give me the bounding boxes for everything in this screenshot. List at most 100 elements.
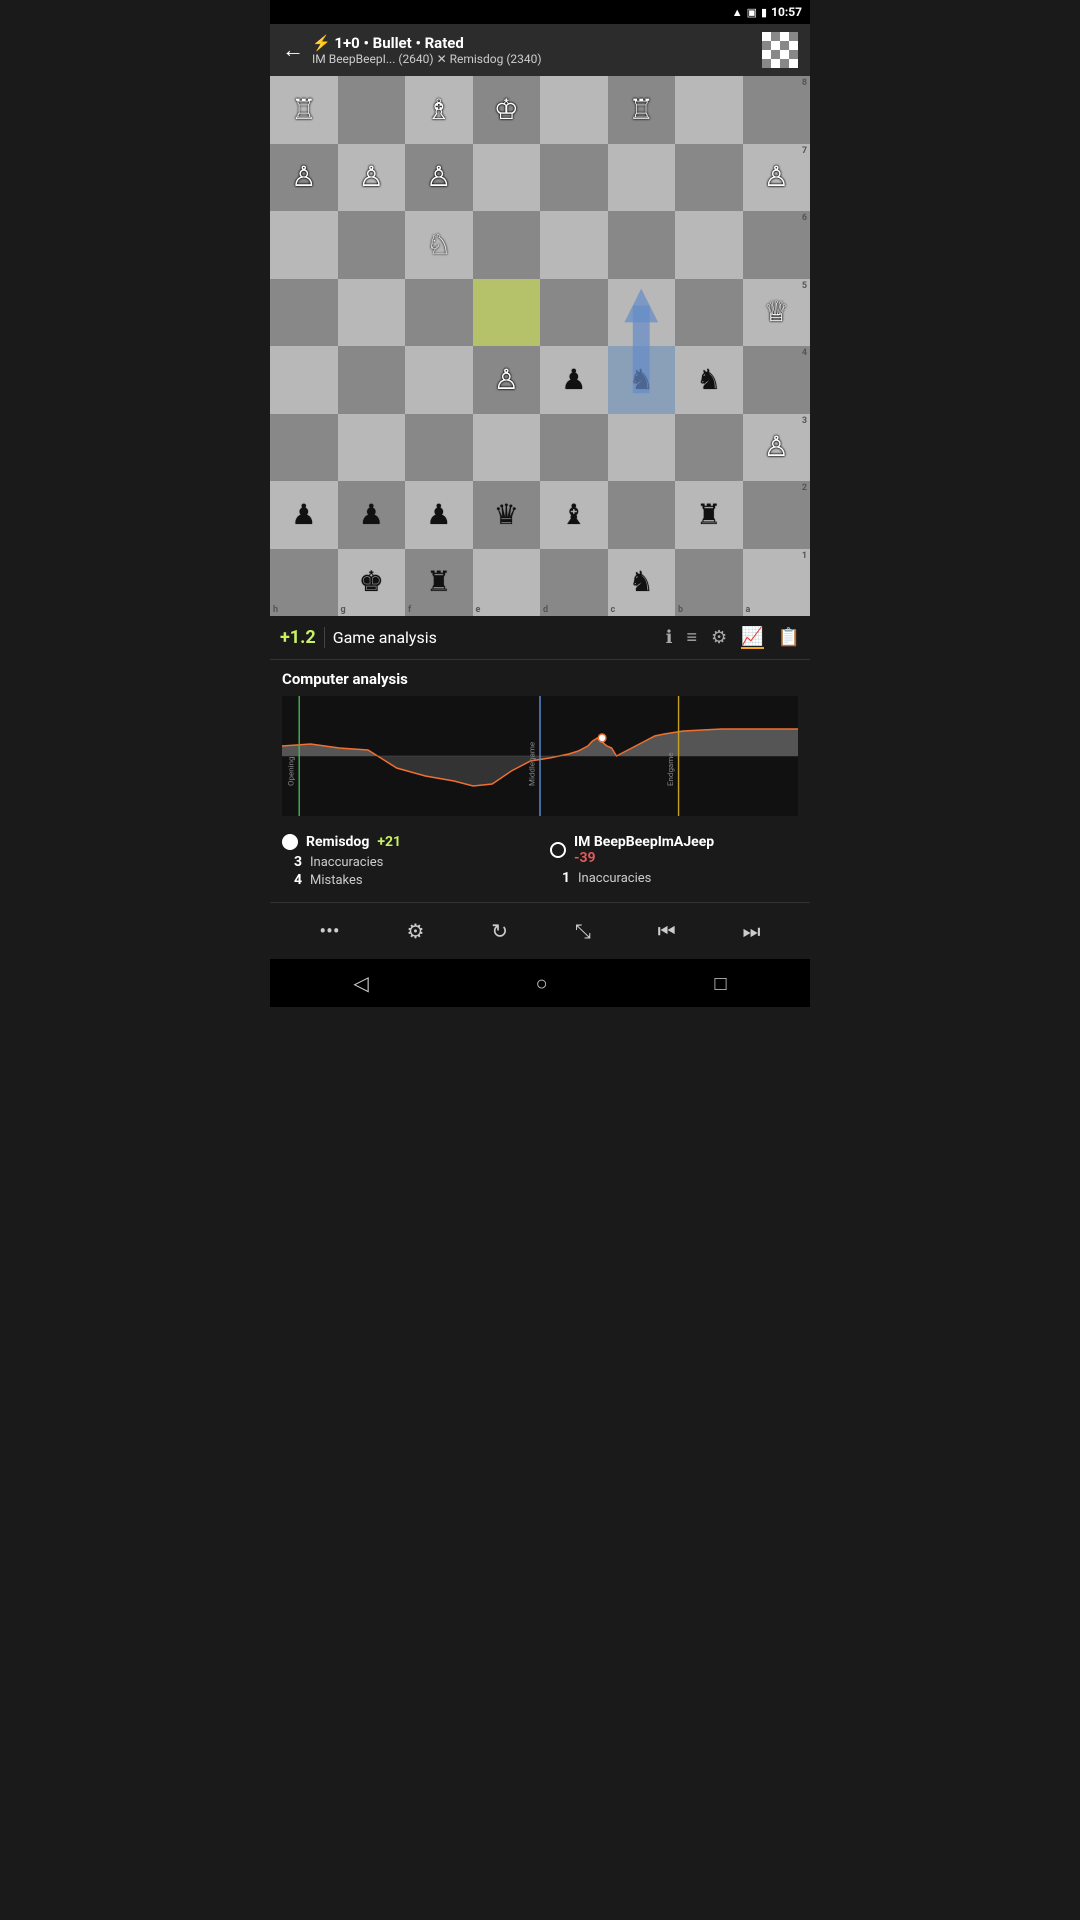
analysis-chart: Opening Middlegame Endgame [282,696,798,816]
square-f6[interactable]: ♘ [405,211,473,279]
square-b6[interactable] [675,211,743,279]
square-d4[interactable]: ♟ [540,346,608,414]
square-d5[interactable] [540,279,608,347]
square-f3[interactable] [405,414,473,482]
piece-h2: ♟ [291,501,316,529]
square-d7[interactable] [540,144,608,212]
square-h8[interactable]: ♖ [270,76,338,144]
square-b7[interactable] [675,144,743,212]
next-button[interactable]: ⏭ [737,913,767,949]
square-a2[interactable]: 2 [743,481,811,549]
square-h6[interactable] [270,211,338,279]
square-e2[interactable]: ♛ [473,481,541,549]
moves-icon[interactable]: ≡ [687,627,698,648]
square-e5[interactable] [473,279,541,347]
square-e8[interactable]: ♔ [473,76,541,144]
square-e6[interactable] [473,211,541,279]
piece-g7: ♙ [359,163,384,191]
square-h4[interactable] [270,346,338,414]
piece-h7: ♙ [291,163,316,191]
square-b4[interactable]: ♞ [675,346,743,414]
square-c4[interactable]: ♞ [608,346,676,414]
square-a8[interactable]: 8 [743,76,811,144]
square-a3[interactable]: 3♙ [743,414,811,482]
square-a4[interactable]: 4 [743,346,811,414]
square-f1[interactable]: f♜ [405,549,473,617]
square-g7[interactable]: ♙ [338,144,406,212]
square-c1[interactable]: c♞ [608,549,676,617]
square-g4[interactable] [338,346,406,414]
square-b2[interactable]: ♜ [675,481,743,549]
square-g3[interactable] [338,414,406,482]
square-b8[interactable] [675,76,743,144]
nav-back-button[interactable]: ◁ [353,971,368,995]
square-a5[interactable]: 5♕ [743,279,811,347]
rank-label-1: 1 [802,551,807,561]
square-h2[interactable]: ♟ [270,481,338,549]
square-c7[interactable] [608,144,676,212]
square-c8[interactable]: ♖ [608,76,676,144]
square-b3[interactable] [675,414,743,482]
piece-c4: ♞ [629,366,654,394]
piece-e4: ♙ [494,366,519,394]
square-f8[interactable]: ♗ [405,76,473,144]
square-h1[interactable]: h [270,549,338,617]
more-button[interactable]: ••• [313,913,345,949]
square-f7[interactable]: ♙ [405,144,473,212]
info-icon[interactable]: ℹ [666,627,673,648]
square-b5[interactable] [675,279,743,347]
square-f2[interactable]: ♟ [405,481,473,549]
settings-icon[interactable]: ⚙ [711,627,727,648]
bottom-toolbar: ••• ⚙ ↻ ⤡ ⏮ ⏭ [270,902,810,959]
square-h7[interactable]: ♙ [270,144,338,212]
square-a7[interactable]: 7♙ [743,144,811,212]
square-d3[interactable] [540,414,608,482]
piece-b4: ♞ [696,366,721,394]
square-d8[interactable] [540,76,608,144]
square-c2[interactable] [608,481,676,549]
status-icons: ▲ ▣ ▮ 10:57 [732,5,802,19]
nav-recent-button[interactable]: □ [714,971,726,996]
book-icon[interactable]: 📋 [778,627,800,648]
rank-label-6: 6 [802,213,807,223]
piece-f6: ♘ [426,231,451,259]
square-g2[interactable]: ♟ [338,481,406,549]
piece-f1: ♜ [426,568,451,596]
back-button[interactable]: ← [282,37,304,63]
nav-home-button[interactable]: ○ [536,971,548,996]
square-f4[interactable] [405,346,473,414]
square-h5[interactable] [270,279,338,347]
piece-e2: ♛ [494,501,519,529]
settings-button[interactable]: ⚙ [400,913,430,949]
white-stat-mistakes: 4 Mistakes [282,872,530,888]
file-label-a: a [746,605,751,615]
square-e4[interactable]: ♙ [473,346,541,414]
flip-button[interactable]: ↻ [485,913,514,949]
square-g5[interactable] [338,279,406,347]
chessboard: ♖♗♔♖8♙♙♙7♙♘65♕♙♟♞♞43♙♟♟♟♛♝♜2hg♚f♜edc♞b1a [270,76,810,616]
square-d2[interactable]: ♝ [540,481,608,549]
square-c3[interactable] [608,414,676,482]
fullscreen-button[interactable]: ⤡ [569,913,597,949]
square-a6[interactable]: 6 [743,211,811,279]
chart-icon[interactable]: 📈 [741,626,763,649]
square-g1[interactable]: g♚ [338,549,406,617]
square-c5[interactable] [608,279,676,347]
square-c6[interactable] [608,211,676,279]
square-g8[interactable] [338,76,406,144]
square-d6[interactable] [540,211,608,279]
square-f5[interactable] [405,279,473,347]
square-e1[interactable]: e [473,549,541,617]
square-g6[interactable] [338,211,406,279]
square-e7[interactable] [473,144,541,212]
white-stat-inaccuracies: 3 Inaccuracies [282,854,530,870]
square-h3[interactable] [270,414,338,482]
prev-button[interactable]: ⏮ [652,913,682,949]
square-e3[interactable] [473,414,541,482]
square-a1[interactable]: 1a [743,549,811,617]
eval-score: +1.2 [280,627,325,648]
square-d1[interactable]: d [540,549,608,617]
rank-label-8: 8 [802,78,807,88]
piece-a5: ♕ [764,298,789,326]
square-b1[interactable]: b [675,549,743,617]
